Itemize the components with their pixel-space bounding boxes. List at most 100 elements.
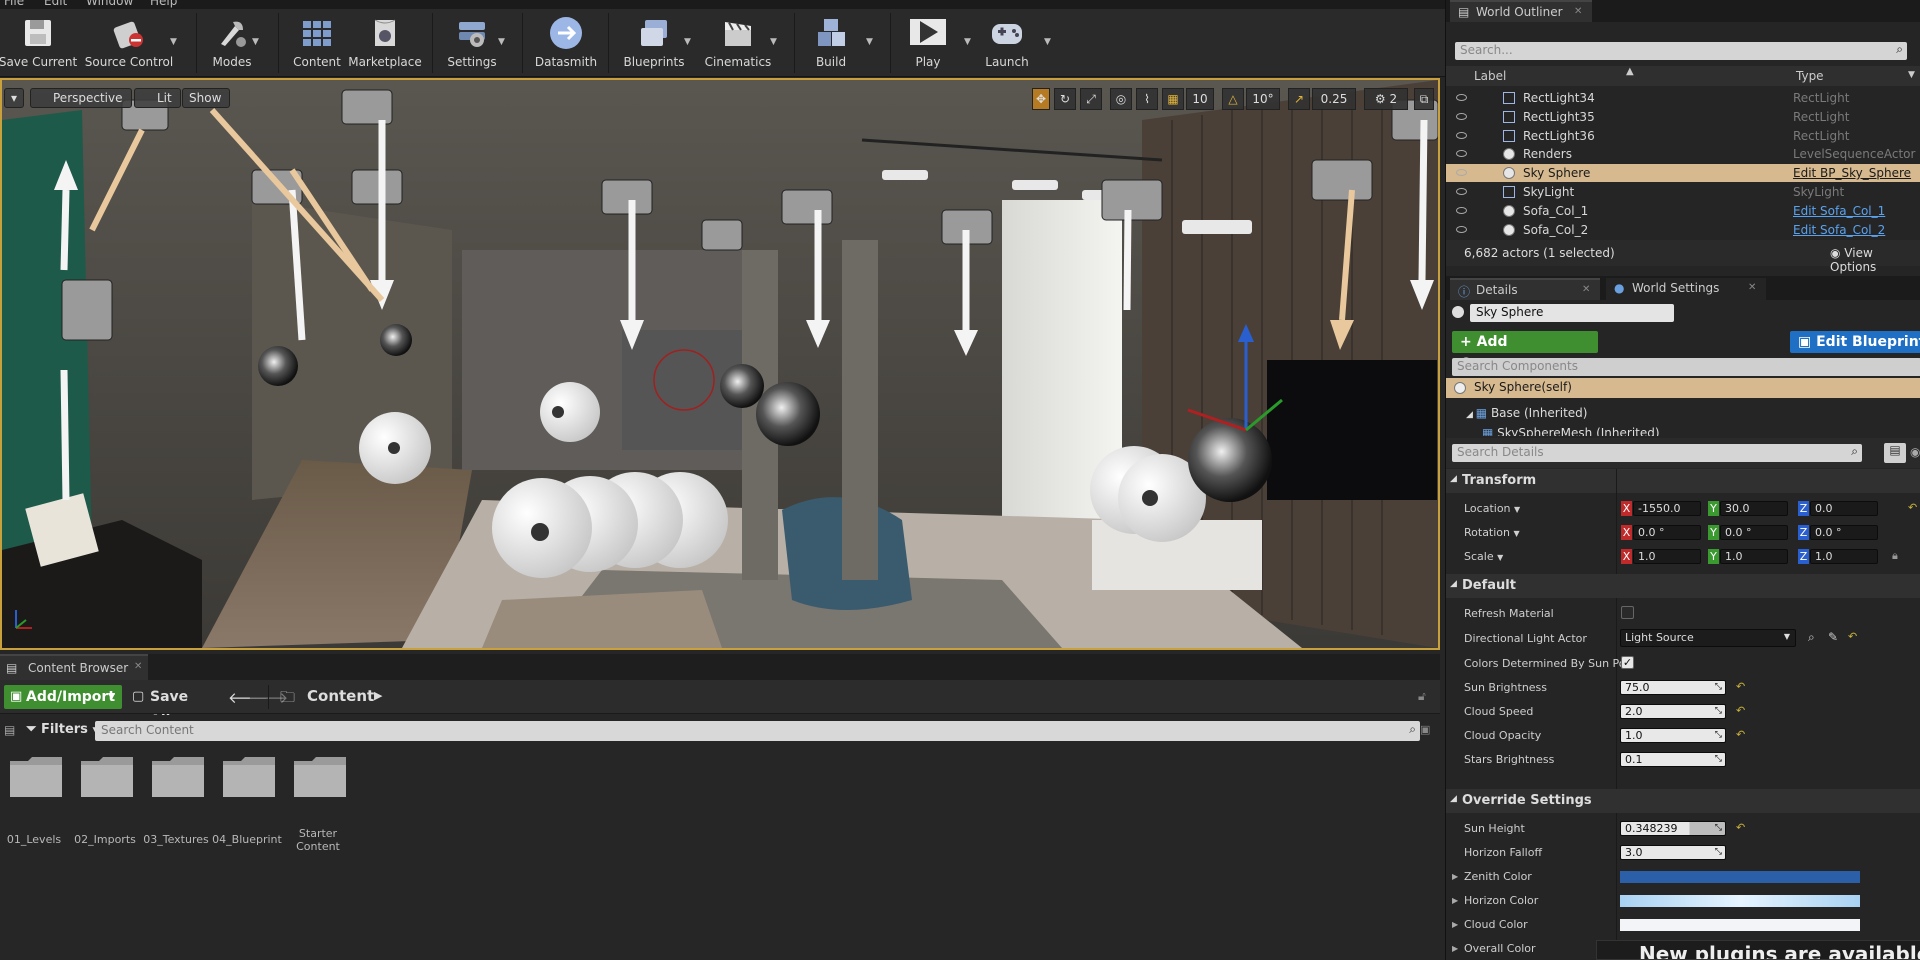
browse-search-icon[interactable]: ⌕: [1808, 630, 1815, 645]
component-self-row[interactable]: Sky Sphere(self): [1446, 378, 1920, 398]
rotation-z-field[interactable]: 0.0 °: [1810, 525, 1878, 540]
settings-caret-icon[interactable]: ▼: [498, 37, 505, 47]
show-flags-toggle[interactable]: Show: [182, 88, 231, 108]
location-z-field[interactable]: 0.0: [1810, 501, 1878, 516]
scale-label[interactable]: Scale ▼: [1464, 550, 1503, 563]
camera-speed-control[interactable]: ⚙ 2: [1364, 88, 1408, 110]
reset-arrow-icon[interactable]: ↶: [1908, 501, 1917, 514]
close-tab-icon[interactable]: ✕: [134, 661, 142, 672]
search-components-input[interactable]: Search Components: [1452, 358, 1920, 376]
cloud-speed-field[interactable]: 2.0 ⤡: [1620, 704, 1726, 719]
visibility-eye-icon[interactable]: [1456, 169, 1467, 177]
outliner-row[interactable]: Sky Sphere Edit BP_Sky_Sphere: [1446, 164, 1920, 183]
reset-arrow-icon[interactable]: ↶: [1736, 821, 1745, 834]
sun-height-field[interactable]: 0.348239 ⤡: [1620, 821, 1726, 836]
component-base-row[interactable]: ◢ ▦ Base (Inherited): [1446, 406, 1920, 424]
expand-arrow-icon[interactable]: ▶: [1452, 896, 1458, 905]
view-options-button[interactable]: ◉ View Options: [1830, 246, 1920, 274]
world-space-icon[interactable]: ◎: [1110, 88, 1132, 110]
save-current-button[interactable]: Save Current: [0, 13, 77, 75]
viewport-options-dropdown[interactable]: ▾: [4, 88, 24, 108]
marketplace-button[interactable]: Marketplace: [348, 13, 422, 75]
source-control-caret-icon[interactable]: ▼: [170, 37, 177, 47]
stars-brightness-field[interactable]: 0.1 ⤡: [1620, 752, 1726, 767]
visibility-eye-icon[interactable]: [1456, 131, 1467, 139]
expand-arrow-icon[interactable]: ▶: [1452, 944, 1458, 953]
visibility-eye-icon[interactable]: [1456, 188, 1467, 195]
folder-item[interactable]: 03_Textures: [143, 755, 209, 851]
close-tab-icon[interactable]: ✕: [1582, 284, 1590, 295]
override-section-header[interactable]: ◢ Override Settings: [1446, 789, 1920, 813]
visibility-eye-icon[interactable]: [1456, 150, 1467, 158]
visibility-eye-icon[interactable]: ◉: [1910, 445, 1920, 459]
grid-snap-icon[interactable]: ▦: [1162, 88, 1184, 110]
actor-name-field[interactable]: Sky Sphere: [1470, 304, 1674, 322]
content-browser-tab[interactable]: ▤ Content Browser ✕: [0, 654, 148, 680]
play-caret-icon[interactable]: ▼: [964, 37, 971, 47]
filters-button[interactable]: ⏷ Filters ▼: [26, 722, 99, 737]
location-y-field[interactable]: 30.0: [1720, 501, 1788, 516]
transform-section-header[interactable]: ◢ Transform: [1446, 469, 1920, 493]
visibility-eye-icon[interactable]: [1456, 112, 1467, 120]
edit-blueprint-link[interactable]: Edit Sofa_Col_1: [1793, 202, 1885, 220]
rotate-mode-icon[interactable]: ↻: [1054, 88, 1076, 110]
close-tab-icon[interactable]: ✕: [1574, 6, 1582, 17]
world-settings-tab[interactable]: ● World Settings ✕: [1606, 278, 1766, 300]
eyedropper-icon[interactable]: ✎: [1828, 630, 1838, 644]
reset-arrow-icon[interactable]: ↶: [1736, 680, 1745, 693]
folder-item[interactable]: 02_Imports: [74, 755, 136, 851]
lock-scale-icon[interactable]: 🔒︎: [1892, 549, 1898, 563]
cinematics-caret-icon[interactable]: ▼: [770, 37, 777, 47]
menu-help[interactable]: Help: [150, 0, 177, 8]
save-all-button[interactable]: ▢ Save All: [130, 685, 210, 729]
rotation-snap-value[interactable]: 10°: [1246, 88, 1280, 110]
colors-determined-checkbox[interactable]: ✓: [1621, 656, 1634, 669]
scale-x-field[interactable]: 1.0: [1633, 549, 1701, 564]
folder-item[interactable]: Starter Content: [288, 755, 348, 853]
menu-window[interactable]: Window: [86, 0, 133, 8]
outliner-row[interactable]: SkyLight SkyLight: [1446, 183, 1920, 201]
expand-arrow-icon[interactable]: ▶: [1452, 872, 1458, 881]
settings-button[interactable]: Settings: [444, 13, 500, 75]
cloud-color-swatch[interactable]: [1620, 919, 1860, 931]
column-splitter[interactable]: [1616, 469, 1617, 960]
visibility-eye-icon[interactable]: [1456, 206, 1467, 214]
expand-arrow-icon[interactable]: ▶: [1452, 920, 1458, 929]
label-column-header[interactable]: Label: [1474, 69, 1506, 83]
source-control-button[interactable]: Source Control: [84, 13, 174, 75]
outliner-row[interactable]: Sofa_Col_1 Edit Sofa_Col_1: [1446, 202, 1920, 220]
scale-mode-icon[interactable]: ⤢: [1080, 88, 1102, 110]
rotation-x-field[interactable]: 0.0 °: [1633, 525, 1701, 540]
folder-item[interactable]: 01_Levels: [4, 755, 64, 851]
folder-item[interactable]: 04_Blueprint: [212, 755, 282, 851]
outliner-row[interactable]: RectLight36 RectLight: [1446, 127, 1920, 145]
property-matrix-icon[interactable]: ▤: [1884, 443, 1906, 463]
blueprints-caret-icon[interactable]: ▼: [684, 37, 691, 47]
content-search-input[interactable]: Search Content ⌕: [95, 721, 1420, 741]
outliner-row[interactable]: RectLight35 RectLight: [1446, 108, 1920, 126]
grid-snap-value[interactable]: 10: [1186, 88, 1214, 110]
build-button[interactable]: Build: [806, 13, 856, 75]
level-viewport[interactable]: ▾ Perspective Lit Show ✥ ↻ ⤢ ◎ ⌇ ▦ 10 △ …: [0, 78, 1440, 650]
visibility-eye-icon[interactable]: [1456, 94, 1467, 101]
menu-file[interactable]: File: [4, 0, 24, 8]
details-tab[interactable]: ⓘ Details ✕: [1450, 278, 1600, 300]
component-mesh-row[interactable]: ▦ SkySphereMesh (Inherited): [1446, 426, 1920, 436]
horizon-color-swatch[interactable]: [1620, 895, 1860, 907]
search-details-input[interactable]: Search Details ⌕: [1452, 444, 1862, 462]
cloud-opacity-field[interactable]: 1.0 ⤡: [1620, 728, 1726, 743]
modes-button[interactable]: Modes: [206, 13, 258, 75]
location-x-field[interactable]: -1550.0: [1633, 501, 1701, 516]
modes-caret-icon[interactable]: ▼: [252, 37, 259, 47]
cinematics-button[interactable]: Cinematics: [702, 13, 774, 75]
scale-snap-value[interactable]: 0.25: [1312, 88, 1356, 110]
scale-z-field[interactable]: 1.0: [1810, 549, 1878, 564]
rotation-y-field[interactable]: 0.0 °: [1720, 525, 1788, 540]
surface-snap-icon[interactable]: ⌇: [1136, 88, 1158, 110]
world-outliner-tab[interactable]: ▤ World Outliner ✕: [1450, 0, 1592, 22]
refresh-material-checkbox[interactable]: [1621, 606, 1634, 619]
type-column-header[interactable]: Type: [1796, 69, 1824, 83]
path-content-crumb[interactable]: Content: [307, 687, 374, 705]
edit-blueprint-link[interactable]: Edit Sofa_Col_2: [1793, 221, 1885, 239]
directional-light-dropdown[interactable]: Light Source ▼: [1620, 629, 1796, 647]
